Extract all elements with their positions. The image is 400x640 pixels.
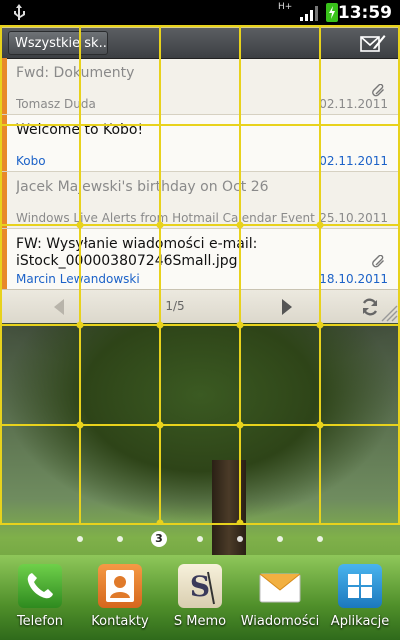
next-page-icon[interactable] (280, 298, 294, 316)
dock-app-label: Telefon (16, 614, 64, 629)
widget-footer: 1/5 (2, 289, 398, 323)
email-date: 02.11.2011 (319, 97, 388, 111)
app-dock: Telefon Kontakty S S Memo Wiadomości Apl… (0, 560, 400, 640)
email-subject: Welcome to Kobo! (16, 122, 144, 138)
email-subject: Jacek Majewski's birthday on Oct 26 (16, 179, 269, 195)
dock-app-wiadomosci[interactable]: Wiadomości (240, 564, 320, 629)
resize-handle-icon[interactable] (376, 300, 398, 322)
dock-app-label: S Memo (173, 614, 227, 629)
dock-app-label: Aplikacje (330, 614, 390, 629)
phone-icon (18, 564, 62, 608)
dock-app-label: Kontakty (91, 614, 149, 629)
email-date: 02.11.2011 (319, 154, 388, 168)
messages-icon (258, 564, 302, 608)
home-page-dots (77, 536, 323, 542)
email-sender: Tomasz Duda (16, 97, 96, 111)
dock-app-kontakty[interactable]: Kontakty (80, 564, 160, 629)
network-type: H+ (278, 2, 293, 12)
unread-marker (2, 172, 7, 228)
contacts-icon (98, 564, 142, 608)
email-item[interactable]: Jacek Majewski's birthday on Oct 26 Wind… (2, 172, 398, 229)
status-bar: H+ 13:59 (0, 0, 400, 25)
widget-header: Wszystkie sk... (2, 28, 398, 59)
email-subject: Fwd: Dokumenty (16, 65, 135, 81)
dock-app-aplikacje[interactable]: Aplikacje (320, 564, 400, 629)
folder-selector-button[interactable]: Wszystkie sk... (8, 31, 108, 55)
svg-text:S: S (190, 570, 210, 603)
signal-icon (300, 6, 318, 21)
status-clock: 13:59 (337, 3, 392, 23)
email-widget[interactable]: Wszystkie sk... Fwd: Dokumenty Tomasz Du… (1, 27, 399, 323)
email-item[interactable]: Welcome to Kobo! Kobo 02.11.2011 (2, 115, 398, 172)
dock-app-s-memo[interactable]: S S Memo (160, 564, 240, 629)
email-subject: FW: Wysyłanie wiadomości e-mail: iStock_… (16, 236, 258, 269)
attachment-icon (372, 84, 384, 97)
dock-app-telefon[interactable]: Telefon (0, 564, 80, 629)
email-sender: Windows Live Alerts from Hotmail Calenda… (16, 211, 316, 225)
s-memo-icon: S (178, 564, 222, 608)
page-indicator: 1/5 (165, 299, 185, 313)
dock-app-label: Wiadomości (240, 614, 320, 629)
email-item[interactable]: Fwd: Dokumenty Tomasz Duda 02.11.2011 (2, 58, 398, 115)
email-date: 18.10.2011 (319, 272, 388, 286)
attachment-icon (372, 255, 384, 268)
battery-icon (326, 3, 338, 22)
unread-marker (2, 229, 7, 289)
compose-icon[interactable] (360, 33, 386, 53)
apps-grid-icon (338, 564, 382, 608)
unread-marker (2, 115, 7, 171)
unread-marker (2, 58, 7, 114)
email-date: 25.10.2011 (319, 211, 388, 225)
email-sender: Marcin Lewandowski (16, 272, 140, 286)
previous-page-icon[interactable] (52, 298, 66, 316)
usb-icon (14, 4, 25, 20)
email-sender: Kobo (16, 154, 46, 168)
current-page-indicator: 3 (151, 531, 167, 547)
email-item[interactable]: FW: Wysyłanie wiadomości e-mail: iStock_… (2, 229, 398, 290)
